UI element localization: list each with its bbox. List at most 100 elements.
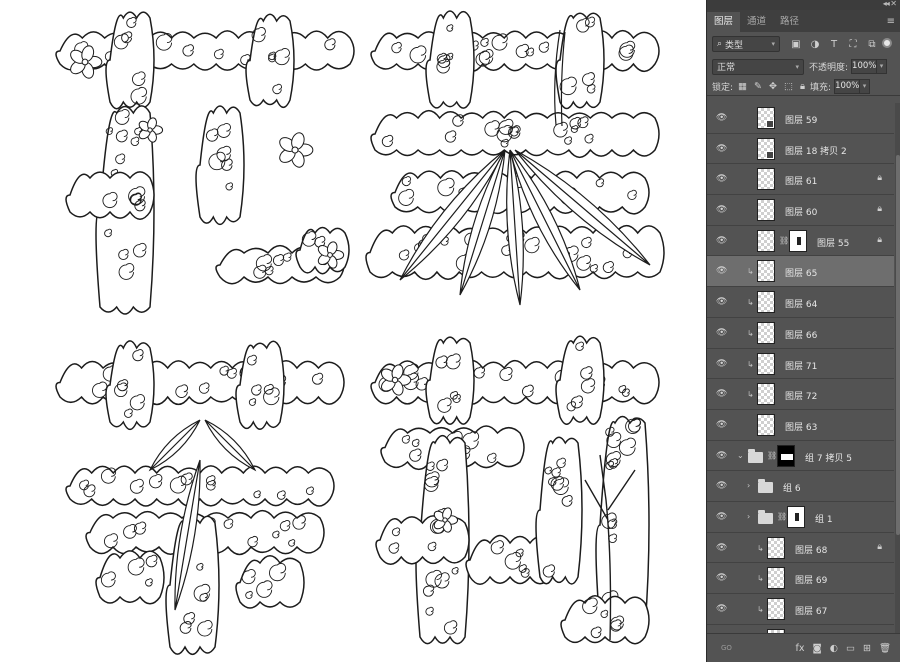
layer-row[interactable]: 👁︎↳图层 73: [707, 625, 894, 633]
visibility-eye-icon[interactable]: 👁︎: [716, 481, 727, 491]
mask-link-icon[interactable]: ⛓︎: [777, 512, 787, 521]
lock-icon: 🔒︎: [877, 173, 882, 184]
clipping-mask-icon: ↳: [747, 390, 754, 400]
visibility-eye-icon[interactable]: 👁︎: [716, 144, 727, 154]
visibility-eye-icon[interactable]: 👁︎: [716, 205, 727, 215]
blend-mode-select[interactable]: 正常 ▾: [712, 58, 804, 75]
fill-dropdown[interactable]: ▾: [860, 78, 871, 94]
type-filter-icon[interactable]: T: [828, 39, 840, 50]
collapse-arrows-icon[interactable]: ◂◂ ✕: [883, 0, 897, 8]
chevron-right-icon[interactable]: ›: [747, 481, 750, 490]
visibility-eye-icon[interactable]: 👁︎: [716, 389, 727, 399]
opacity-input[interactable]: 100%: [851, 59, 878, 74]
lock-position-icon[interactable]: ✥: [769, 81, 777, 92]
tab-channels[interactable]: 通道: [740, 12, 773, 32]
layer-row[interactable]: 👁︎ ⌄ ⛓︎ 组 7 拷贝 5: [707, 441, 894, 472]
clipping-mask-icon: ↳: [747, 298, 754, 308]
layers-footer: GO fx ◙ ◐ ▭ ⊞ 🗑︎: [707, 633, 900, 662]
visibility-eye-icon[interactable]: 👁︎: [716, 297, 727, 307]
visibility-eye-icon[interactable]: 👁︎: [716, 236, 727, 246]
layer-row[interactable]: 👁︎ ↳ 图层 64: [707, 287, 894, 318]
clipping-mask-icon: ↳: [747, 328, 754, 338]
visibility-eye-icon[interactable]: 👁︎: [716, 113, 727, 123]
visibility-eye-icon[interactable]: 👁︎: [716, 604, 727, 614]
lock-row: 锁定: ▦ ✎ ✥ ⬚ 🔒︎ 填充: 100% ▾: [707, 77, 900, 96]
layer-row[interactable]: 👁︎ 图层 60 🔒︎: [707, 195, 894, 226]
layer-row[interactable]: 👁︎ › ⛓︎ 组 1: [707, 502, 894, 533]
chevron-down-icon: ▾: [771, 40, 775, 48]
shape-filter-icon[interactable]: ⛶: [847, 39, 859, 50]
visibility-eye-icon[interactable]: 👁︎: [716, 573, 727, 583]
lock-transparency-icon[interactable]: ▦: [738, 81, 747, 92]
visibility-eye-icon[interactable]: 👁︎: [716, 359, 727, 369]
fx-icon[interactable]: fx: [796, 643, 805, 654]
layer-filter-row: ⌕ 类型 ▾ ▣ ◑ T ⛶ ⧉: [707, 32, 900, 56]
fill-input[interactable]: 100%: [834, 78, 861, 94]
layer-row[interactable]: 👁︎ ↳ 图层 66: [707, 318, 894, 349]
link-layers-icon[interactable]: GO: [721, 644, 732, 652]
layer-name: 组 1: [815, 514, 833, 525]
layer-name: 图层 65: [785, 269, 818, 280]
layer-row[interactable]: 👁︎ ↳ 图层 71: [707, 349, 894, 380]
layer-thumbnail: [757, 260, 775, 283]
visibility-eye-icon[interactable]: 👁︎: [716, 266, 727, 276]
blend-mode-value: 正常: [717, 63, 736, 73]
filter-kind-select[interactable]: ⌕ 类型 ▾: [712, 36, 780, 52]
mask-link-icon[interactable]: ⛓︎: [767, 451, 777, 460]
visibility-eye-icon[interactable]: 👁︎: [716, 543, 727, 553]
tab-paths[interactable]: 路径: [773, 12, 806, 32]
lock-paint-icon[interactable]: ✎: [754, 81, 762, 92]
clipping-mask-icon: ↳: [757, 605, 764, 614]
layer-row[interactable]: 👁︎ ↳ 图层 68 🔒︎: [707, 533, 894, 564]
panel-collapse-bar[interactable]: ◂◂ ✕: [707, 0, 900, 10]
folder-icon: [748, 448, 763, 463]
visibility-eye-icon[interactable]: 👁︎: [716, 451, 727, 461]
lock-all-icon[interactable]: 🔒︎: [800, 81, 805, 92]
scrollbar-thumb[interactable]: [896, 155, 900, 535]
visibility-eye-icon[interactable]: 👁︎: [716, 512, 727, 522]
layer-mask-thumbnail[interactable]: [789, 229, 807, 252]
panel-menu-icon[interactable]: ≡: [887, 16, 895, 27]
clipping-mask-icon: ↳: [747, 267, 754, 277]
tab-layers[interactable]: 图层: [707, 12, 741, 32]
new-group-icon[interactable]: ▭: [846, 643, 855, 654]
chevron-right-icon[interactable]: ›: [747, 512, 750, 521]
layer-name: 图层 68: [795, 545, 828, 556]
chevron-down-icon: ▾: [795, 62, 799, 71]
visibility-eye-icon[interactable]: 👁︎: [716, 328, 727, 338]
glyph-cao-artwork: [370, 10, 665, 320]
mask-icon[interactable]: ◙: [812, 643, 821, 654]
trash-icon[interactable]: 🗑︎: [879, 643, 891, 654]
layer-row[interactable]: 👁︎ 图层 61 🔒︎: [707, 164, 894, 196]
mask-link-icon[interactable]: ⛓︎: [779, 236, 789, 245]
chevron-down-icon[interactable]: ⌄: [737, 451, 744, 460]
layer-row[interactable]: 👁︎ ↳ 图层 65: [707, 256, 894, 288]
layer-mask-thumbnail[interactable]: [787, 505, 805, 528]
layer-thumbnail: [757, 291, 775, 314]
lock-icon: 🔒︎: [877, 541, 882, 552]
adjustment-filter-icon[interactable]: ◑: [809, 39, 821, 50]
filter-toggle[interactable]: [882, 38, 892, 48]
clipping-mask-icon: ↳: [757, 543, 764, 553]
layer-mask-thumbnail[interactable]: [777, 444, 795, 467]
lock-label: 锁定:: [712, 82, 734, 93]
fill-label: 填充:: [810, 82, 832, 93]
layer-row[interactable]: 👁︎ 图层 63: [707, 410, 894, 441]
smart-object-filter-icon[interactable]: ⧉: [866, 39, 878, 50]
layer-row[interactable]: 👁︎ ↳ 图层 72: [707, 379, 894, 410]
opacity-dropdown[interactable]: ▾: [877, 59, 888, 74]
layer-row[interactable]: 👁︎ ⛓︎ 图层 55 🔒︎: [707, 226, 894, 257]
lock-artboard-icon[interactable]: ⬚: [784, 81, 793, 92]
layer-row[interactable]: 👁︎ 图层 59: [707, 103, 894, 134]
layer-row[interactable]: 👁︎ 图层 18 拷贝 2: [707, 134, 894, 165]
layer-row[interactable]: 👁︎ ↳ 图层 69: [707, 563, 894, 594]
image-filter-icon[interactable]: ▣: [790, 39, 802, 50]
visibility-eye-icon[interactable]: 👁︎: [716, 420, 727, 430]
new-layer-icon[interactable]: ⊞: [863, 643, 871, 654]
layer-row[interactable]: 👁︎ ↳ 图层 67: [707, 594, 894, 625]
layers-scrollbar[interactable]: [895, 103, 900, 633]
adjustment-icon[interactable]: ◐: [830, 643, 838, 654]
visibility-eye-icon[interactable]: 👁︎: [716, 174, 727, 184]
document-canvas[interactable]: [0, 0, 706, 662]
layer-row[interactable]: 👁︎ › 组 6: [707, 471, 894, 502]
